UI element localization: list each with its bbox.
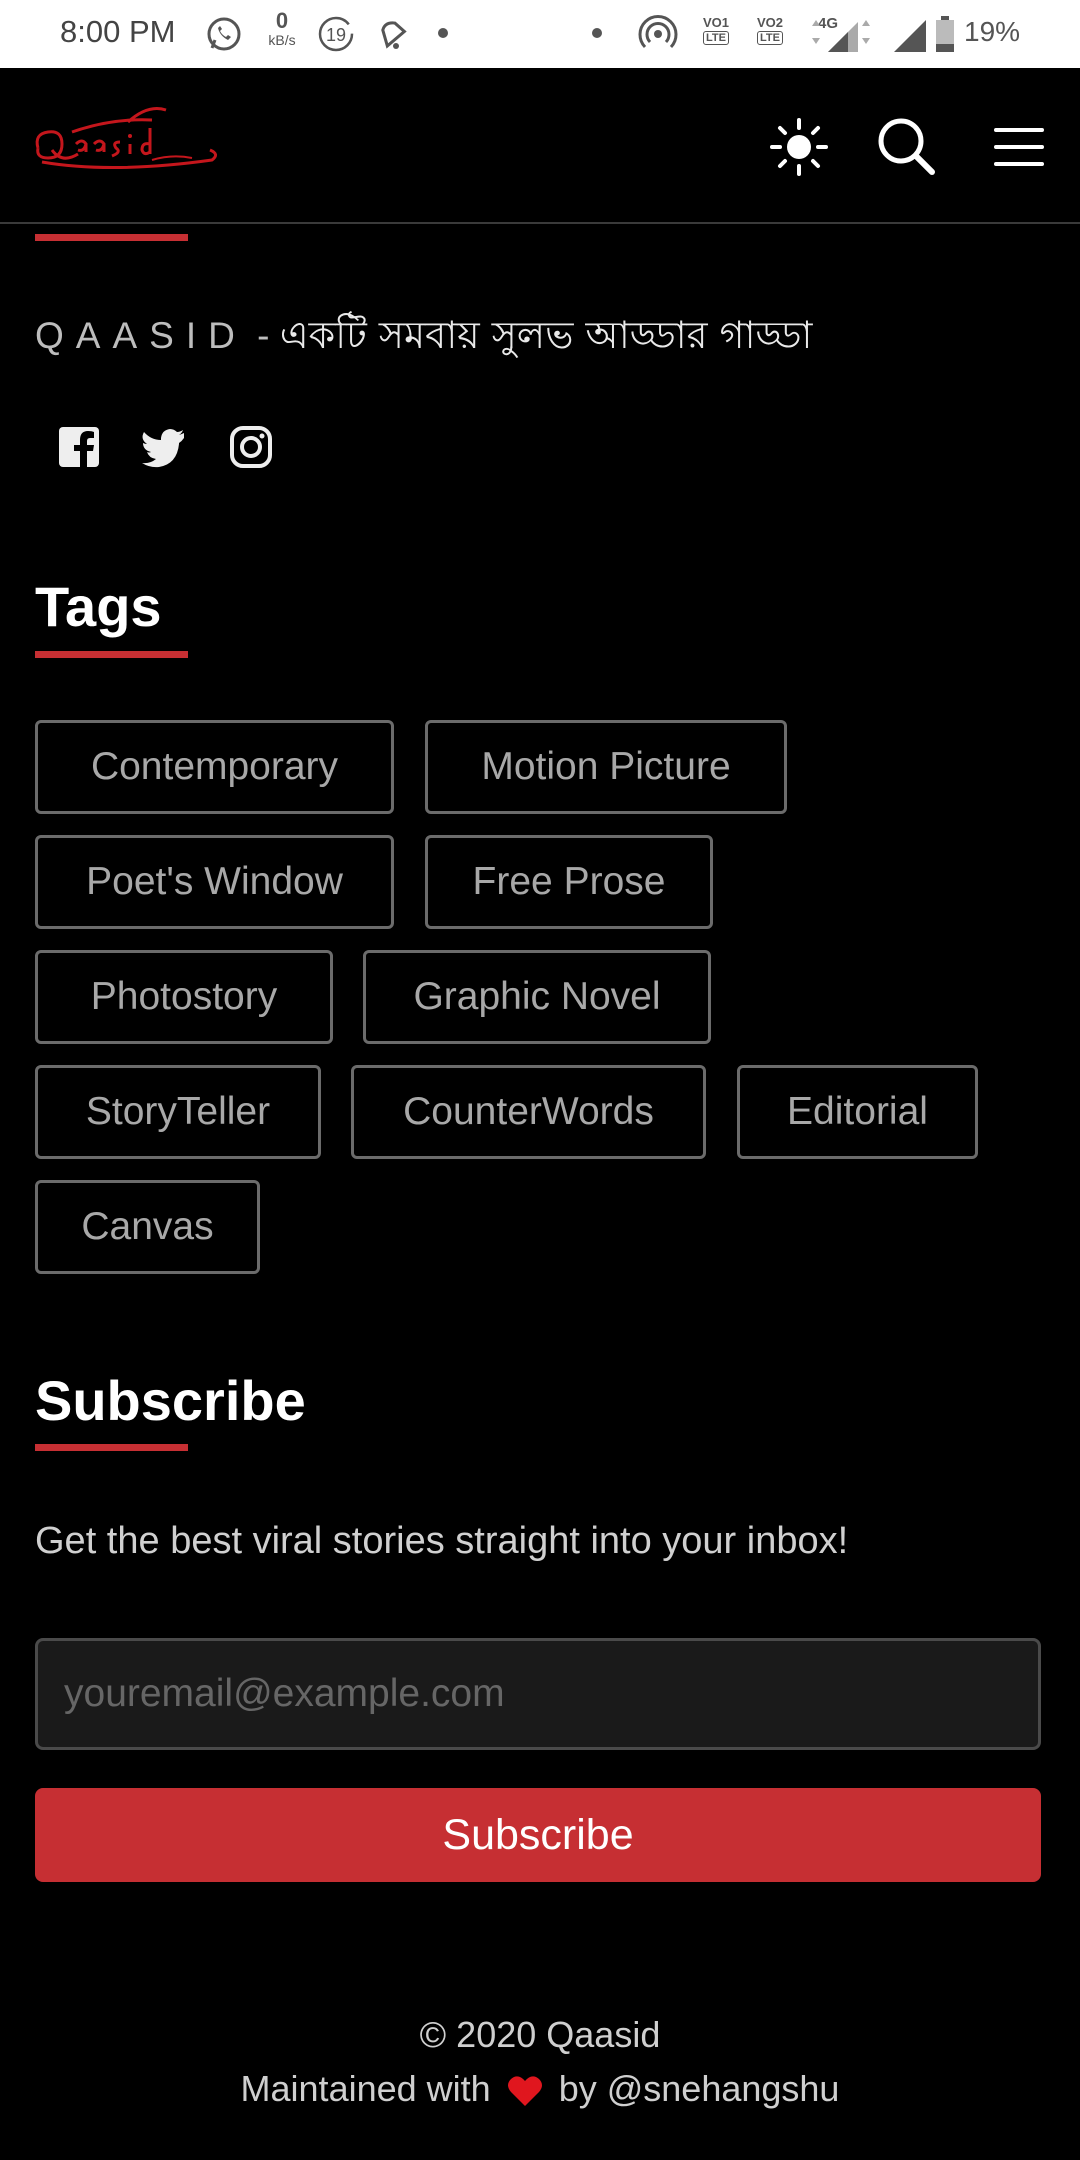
search-icon[interactable] xyxy=(872,112,942,182)
network-type: 4G xyxy=(818,15,838,32)
tag-contemporary[interactable]: Contemporary xyxy=(35,720,394,814)
volte-sim2-label: VO2 xyxy=(756,15,783,30)
footer-maintained: Maintained with by @snehangshu xyxy=(0,2068,1080,2110)
signal-4g-icon: 4G xyxy=(812,15,870,52)
signal-strength-icon xyxy=(894,20,926,52)
sun-icon[interactable] xyxy=(764,112,834,182)
whatsapp-icon xyxy=(207,17,241,51)
net-speed-indicator: 0 kB/s xyxy=(262,10,302,50)
about-text: QAASID - একটি সমবায় সুলভ আড্ডার গাড্ডা xyxy=(35,306,812,370)
hotspot-icon xyxy=(638,15,678,49)
status-time: 8:00 PM xyxy=(60,14,176,49)
battery-icon xyxy=(936,16,954,52)
subscribe-button[interactable]: Subscribe xyxy=(35,1788,1041,1882)
net-speed-unit: kB/s xyxy=(268,32,296,48)
instagram-icon[interactable] xyxy=(228,424,274,470)
subscribe-title: Subscribe xyxy=(35,1369,306,1432)
about-brand: QAASID xyxy=(35,315,247,356)
volte-sim2-sub: LTE xyxy=(757,31,783,45)
tags-title: Tags xyxy=(35,575,162,638)
tag-editorial[interactable]: Editorial xyxy=(737,1065,978,1159)
email-input[interactable] xyxy=(35,1638,1041,1750)
tag-counterwords[interactable]: CounterWords xyxy=(351,1065,706,1159)
tag-photostory[interactable]: Photostory xyxy=(35,950,333,1044)
heart-icon xyxy=(507,2076,542,2106)
tag-free-prose[interactable]: Free Prose xyxy=(425,835,713,929)
subscribe-title-underline xyxy=(35,1444,188,1451)
net-speed-value: 0 xyxy=(275,8,289,33)
tag-graphic-novel[interactable]: Graphic Novel xyxy=(363,950,711,1044)
volte-sim1-label: VO1 xyxy=(702,15,729,30)
footer-author[interactable]: by @snehangshu xyxy=(559,2068,840,2109)
notification-count: 19 xyxy=(326,25,346,45)
tag-motion-picture[interactable]: Motion Picture xyxy=(425,720,787,814)
notification-count-icon: 19 xyxy=(318,16,354,52)
tag-canvas[interactable]: Canvas xyxy=(35,1180,260,1274)
facebook-icon[interactable] xyxy=(56,424,102,470)
status-dot-icon xyxy=(438,28,448,38)
tag-poets-window[interactable]: Poet's Window xyxy=(35,835,394,929)
footer-copyright: © 2020 Qaasid xyxy=(419,2014,661,2055)
tag-storyteller[interactable]: StoryTeller xyxy=(35,1065,321,1159)
bell-off-icon xyxy=(381,21,407,49)
volte-sim2-icon: VO2 LTE xyxy=(750,16,790,56)
subscribe-description: Get the best viral stories straight into… xyxy=(35,1520,849,1562)
status-dot-icon xyxy=(592,28,602,38)
volte-sim1-icon: VO1 LTE xyxy=(696,16,736,56)
volte-sim1-sub: LTE xyxy=(703,31,729,45)
battery-percent: 19% xyxy=(964,16,1021,47)
about-section-underline xyxy=(35,234,188,241)
qaasid-logo[interactable] xyxy=(32,98,218,198)
hamburger-menu-icon[interactable] xyxy=(984,112,1054,182)
about-separator: - xyxy=(246,315,280,356)
site-header xyxy=(0,68,1080,224)
tags-title-underline xyxy=(35,651,188,658)
twitter-icon[interactable] xyxy=(140,424,186,470)
about-tagline: একটি সমবায় সুলভ আড্ডার গাড্ডা xyxy=(279,313,813,357)
footer-maintained-prefix: Maintained with xyxy=(240,2068,491,2109)
status-bar: 8:00 PM 0 kB/s 19 VO1 LTE VO2 LTE 4G 19% xyxy=(0,0,1080,68)
